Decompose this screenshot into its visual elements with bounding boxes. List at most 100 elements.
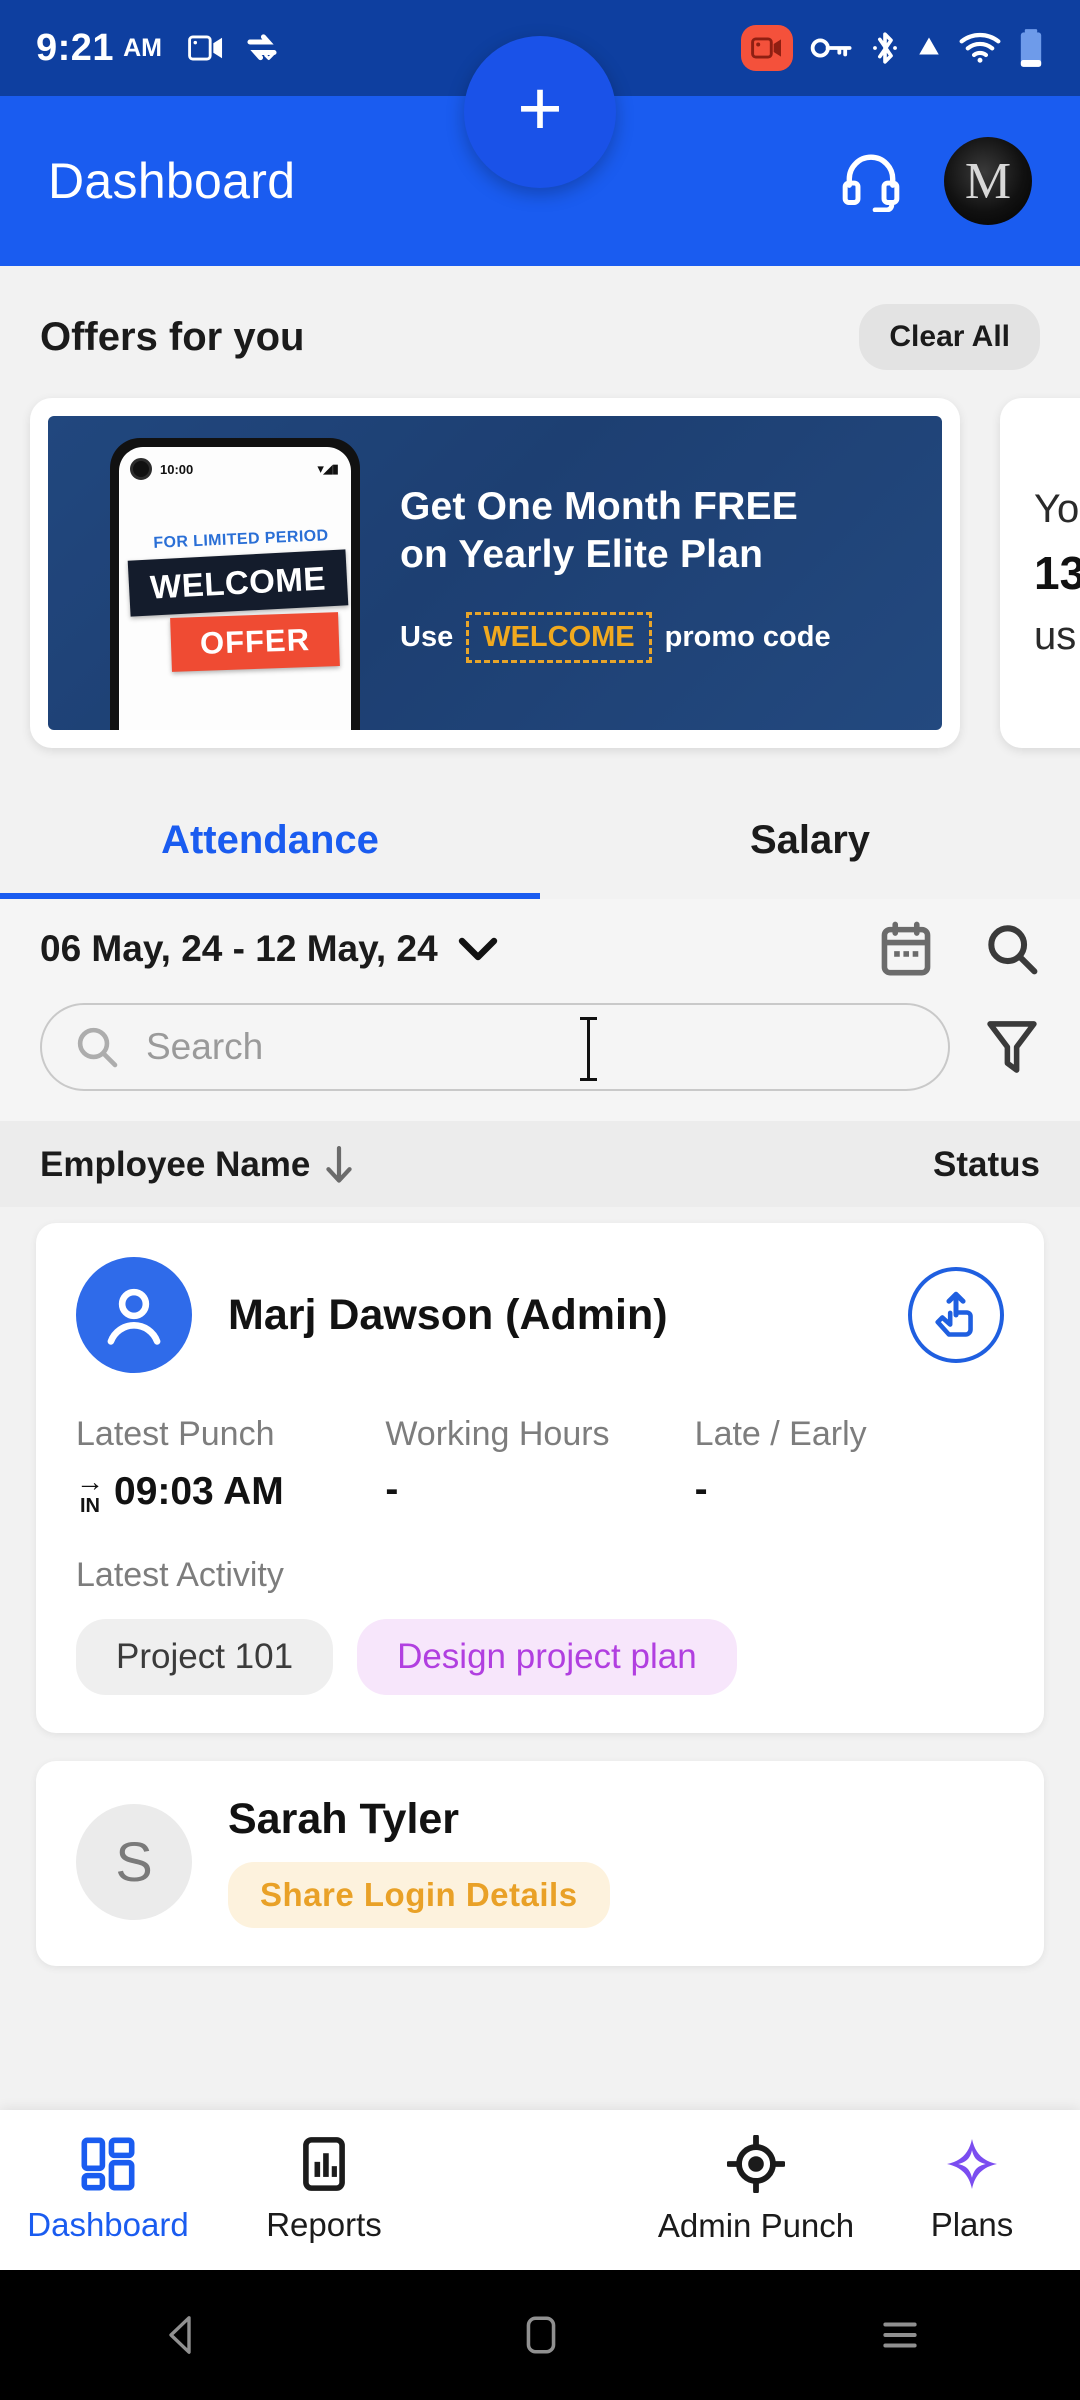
- stat-label: Latest Punch: [76, 1415, 275, 1453]
- person-icon: [76, 1257, 192, 1373]
- offer-banner: 10:00 ▾◢▮ FOR LIMITED PERIOD WELCOME OFF…: [48, 416, 942, 730]
- nav-item-dashboard[interactable]: Dashboard: [0, 2136, 216, 2244]
- offer-card-secondary[interactable]: Yo 13 us: [1000, 398, 1080, 748]
- nav-label: Admin Punch: [657, 2207, 855, 2244]
- page-title: Dashboard: [48, 153, 296, 209]
- secondary-offer-line1: Yo: [1034, 487, 1080, 531]
- tab-salary[interactable]: Salary: [540, 778, 1080, 899]
- promo-prefix: Use: [400, 621, 454, 654]
- sticker-welcome: WELCOME: [127, 549, 349, 617]
- avatar-letter: M: [964, 152, 1012, 210]
- mock-phone-time: 10:00: [160, 461, 194, 477]
- nav-item-reports[interactable]: Reports: [216, 2136, 432, 2244]
- activity-project-chip[interactable]: Project 101: [76, 1619, 334, 1695]
- tab-attendance[interactable]: Attendance: [0, 778, 540, 899]
- stat-value: -: [385, 1468, 399, 1511]
- stat-latest-punch: Latest Punch → IN 09:03 AM: [76, 1415, 385, 1516]
- bottom-navigation: Dashboard Reports Admin Punch Plans: [0, 2110, 1080, 2270]
- nav-label: Plans: [930, 2206, 1014, 2243]
- search-placeholder: Search: [146, 1026, 264, 1067]
- promo-code-value[interactable]: WELCOME: [466, 612, 652, 664]
- stat-late-early: Late / Early -: [695, 1415, 1004, 1516]
- sticker-offer: OFFER: [170, 612, 340, 672]
- android-navigation-bar: [0, 2270, 1080, 2400]
- date-range-row: 06 May, 24 - 12 May, 24: [40, 921, 1040, 977]
- status-bar-ampm: AM: [123, 33, 162, 62]
- date-range-value[interactable]: 06 May, 24 - 12 May, 24: [40, 928, 438, 970]
- headset-icon[interactable]: [840, 150, 902, 212]
- nav-label: Reports: [266, 2206, 382, 2243]
- tap-punch-icon[interactable]: [908, 1267, 1004, 1363]
- grid-dashboard-icon: [81, 2137, 135, 2191]
- sparkle-diamond-icon: [947, 2139, 997, 2189]
- home-square-icon[interactable]: [520, 2312, 562, 2358]
- stat-value: -: [694, 1468, 708, 1511]
- tab-active-indicator: [0, 893, 540, 899]
- table-row[interactable]: S Sarah Tyler Share Login Details: [36, 1761, 1044, 1966]
- punch-direction-icon: → IN: [76, 1466, 104, 1517]
- sticker-limited-period: FOR LIMITED PERIOD: [153, 527, 329, 552]
- avatar-initial: S: [76, 1803, 192, 1920]
- search-input-icon: [77, 1027, 118, 1068]
- offers-carousel[interactable]: 10:00 ▾◢▮ FOR LIMITED PERIOD WELCOME OFF…: [0, 390, 1080, 778]
- search-icon[interactable]: [984, 921, 1040, 977]
- secondary-offer-line2: 13: [1034, 547, 1080, 599]
- stat-label: Late / Early: [694, 1415, 867, 1453]
- screen-cast-icon: [188, 35, 222, 61]
- table-header: Employee Name Status: [0, 1121, 1080, 1207]
- avatar-letter: S: [115, 1830, 153, 1893]
- screen-record-icon: [741, 25, 793, 71]
- recents-menu-icon[interactable]: [877, 2312, 923, 2358]
- battery-icon: [1020, 29, 1042, 67]
- nav-item-admin-punch[interactable]: Admin Punch: [648, 2135, 864, 2245]
- table-row[interactable]: Marj Dawson (Admin) Latest Punch → IN 09…: [36, 1223, 1044, 1733]
- employee-list: Marj Dawson (Admin) Latest Punch → IN 09…: [0, 1207, 1080, 1966]
- back-triangle-icon[interactable]: [157, 2311, 205, 2359]
- vpn-key-icon: [810, 38, 852, 58]
- calendar-icon[interactable]: [878, 921, 934, 977]
- punch-direction-label: IN: [80, 1495, 100, 1517]
- filter-bar: 06 May, 24 - 12 May, 24 Search: [0, 899, 1080, 1121]
- sort-down-arrow-icon[interactable]: [322, 1146, 356, 1184]
- status-bar-time: 9:21: [36, 26, 115, 69]
- status-badge[interactable]: Share Login Details: [228, 1862, 610, 1928]
- add-button[interactable]: +: [464, 36, 616, 188]
- stat-value: 09:03 AM: [114, 1470, 284, 1513]
- search-input[interactable]: Search: [40, 1003, 950, 1091]
- stat-label: Working Hours: [385, 1415, 610, 1453]
- nav-item-plans[interactable]: Plans: [864, 2136, 1080, 2244]
- search-row: Search: [40, 977, 1040, 1121]
- avatar[interactable]: M: [944, 137, 1032, 225]
- banner-headline-line1: Get One Month FREE: [400, 484, 798, 528]
- promo-suffix: promo code: [664, 621, 831, 654]
- employee-name: Marj Dawson (Admin): [228, 1290, 668, 1339]
- banner-phone-mockup: 10:00 ▾◢▮ FOR LIMITED PERIOD WELCOME OFF…: [48, 416, 388, 730]
- app-screen: 9:21 AM Dashboard M Offers for you Clear…: [0, 0, 1080, 2400]
- plus-icon: +: [517, 64, 563, 152]
- target-punch-icon: [727, 2135, 785, 2193]
- offer-card-welcome[interactable]: 10:00 ▾◢▮ FOR LIMITED PERIOD WELCOME OFF…: [30, 398, 960, 748]
- wifi-icon: [959, 32, 1001, 63]
- column-status: Status: [933, 1145, 1040, 1184]
- bar-chart-report-icon: [303, 2137, 345, 2191]
- funnel-filter-icon[interactable]: [984, 1017, 1040, 1077]
- text-cursor-icon: [580, 1017, 597, 1081]
- chevron-down-icon[interactable]: [458, 936, 498, 962]
- nav-label: Dashboard: [27, 2206, 189, 2243]
- sync-check-icon: [247, 34, 277, 61]
- latest-activity-label: Latest Activity: [76, 1556, 284, 1594]
- signal-icon: [919, 37, 939, 55]
- offers-section-title: Offers for you: [40, 314, 305, 359]
- mock-signal-icons: ▾◢▮: [317, 461, 339, 476]
- column-employee-name[interactable]: Employee Name: [40, 1145, 310, 1185]
- stat-working-hours: Working Hours -: [385, 1415, 694, 1516]
- secondary-offer-line3: us: [1034, 614, 1077, 658]
- employee-name: Sarah Tyler: [228, 1795, 460, 1843]
- main-tabs: Attendance Salary: [0, 778, 1080, 899]
- banner-headline-line2: on Yearly Elite Plan: [400, 532, 764, 576]
- clear-all-button[interactable]: Clear All: [859, 304, 1040, 370]
- offers-header: Offers for you Clear All: [0, 266, 1080, 390]
- activity-task-chip[interactable]: Design project plan: [357, 1619, 737, 1695]
- bluetooth-icon: [873, 32, 897, 64]
- mock-camera-icon: [130, 458, 152, 480]
